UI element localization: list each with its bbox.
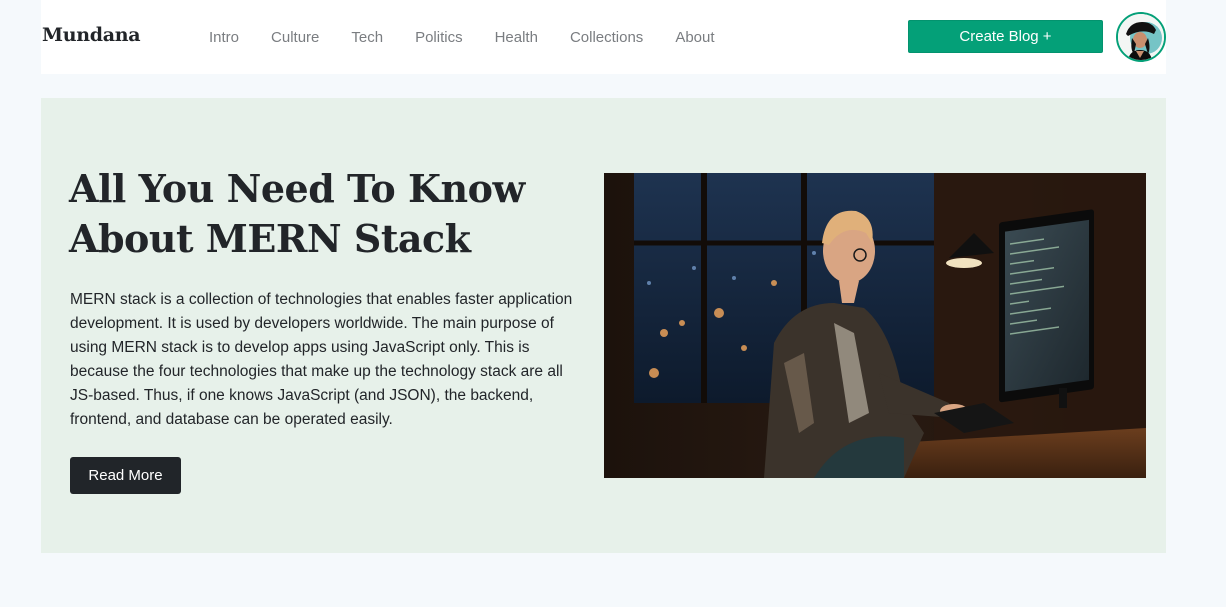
hero-description: MERN stack is a collection of technologi… (70, 291, 573, 428)
brand-logo[interactable]: Mundana (42, 24, 141, 46)
nav-link-intro[interactable]: Intro (193, 29, 255, 46)
create-blog-button[interactable]: Create Blog + (908, 20, 1103, 53)
hero-section: All You Need To Know About MERN Stack ME… (41, 98, 1166, 553)
navbar: Mundana Intro Culture Tech Politics Heal… (41, 0, 1166, 74)
nav-link-culture[interactable]: Culture (255, 29, 335, 46)
read-more-button[interactable]: Read More (70, 457, 181, 494)
nav-link-tech[interactable]: Tech (335, 29, 399, 46)
nav-link-about[interactable]: About (659, 29, 730, 46)
hero-title: All You Need To Know About MERN Stack (69, 166, 525, 261)
nav-link-politics[interactable]: Politics (399, 29, 479, 46)
nav-link-health[interactable]: Health (479, 29, 554, 46)
hero-image (604, 173, 1146, 478)
nav-link-collections[interactable]: Collections (554, 29, 659, 46)
user-avatar-icon[interactable] (1116, 12, 1166, 62)
nav-links: Intro Culture Tech Politics Health Colle… (193, 29, 731, 46)
